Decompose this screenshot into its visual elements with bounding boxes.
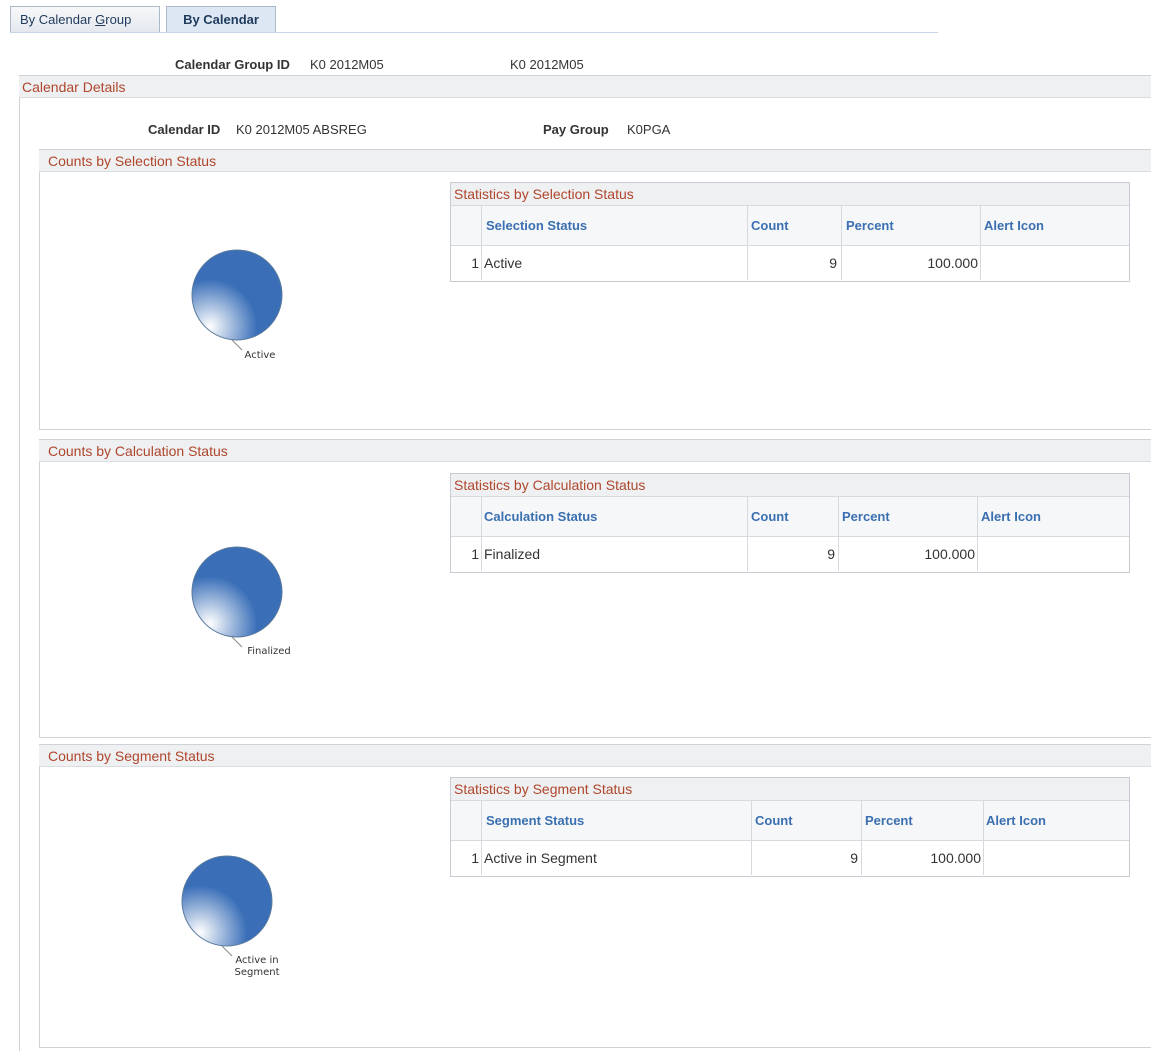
grid-header-row: Calculation Status Count Percent Alert I…: [451, 497, 1129, 537]
status-cell: Active: [484, 255, 523, 271]
column-header-count[interactable]: Count: [751, 497, 789, 536]
grid-title: Statistics by Selection Status: [451, 183, 1129, 206]
grid-header-row: Segment Status Count Percent Alert Icon: [451, 801, 1129, 841]
table-row: 1 Finalized 9 100.000: [451, 537, 1129, 571]
calendar-group-description: K0 2012M05: [510, 57, 584, 72]
column-header-count[interactable]: Count: [751, 206, 789, 245]
column-header-count[interactable]: Count: [755, 801, 793, 840]
frame-left-border: [19, 75, 20, 1051]
column-header-status[interactable]: Selection Status: [486, 206, 587, 245]
column-header-alert-icon[interactable]: Alert Icon: [981, 497, 1041, 536]
column-header-alert-icon[interactable]: Alert Icon: [986, 801, 1046, 840]
section-title: Counts by Selection Status: [48, 153, 217, 169]
grid-title: Statistics by Segment Status: [451, 778, 1129, 801]
selection-status-grid: Statistics by Selection Status Selection…: [450, 182, 1130, 282]
segment-status-grid: Statistics by Segment Status Segment Sta…: [450, 777, 1130, 877]
pie-slice-active: [191, 249, 283, 341]
calendar-id-value: K0 2012M05 ABSREG: [236, 122, 367, 137]
column-header-percent[interactable]: Percent: [865, 801, 913, 840]
column-header-alert-icon[interactable]: Alert Icon: [984, 206, 1044, 245]
pie-slice-finalized: [191, 546, 283, 638]
row-number: 1: [471, 546, 479, 562]
tab-label: By Calendar: [183, 12, 259, 27]
tab-by-calendar-group[interactable]: By Calendar Group: [10, 6, 160, 32]
percent-cell: 100.000: [924, 546, 975, 562]
pay-group-label: Pay Group: [543, 122, 609, 137]
pie-label-line-2: Segment: [234, 967, 280, 978]
grid-header-row: Selection Status Count Percent Alert Ico…: [451, 206, 1129, 246]
calculation-status-header: Counts by Calculation Status: [39, 439, 1151, 462]
grid-title: Statistics by Calculation Status: [451, 474, 1129, 497]
percent-cell: 100.000: [927, 255, 978, 271]
status-cell: Active in Segment: [484, 850, 597, 866]
column-header-status[interactable]: Calculation Status: [484, 497, 597, 536]
pay-group-value: K0PGA: [627, 122, 671, 137]
table-row: 1 Active in Segment 9 100.000: [451, 841, 1129, 875]
calculation-status-grid: Statistics by Calculation Status Calcula…: [450, 473, 1130, 573]
section-title: Counts by Calculation Status: [48, 443, 228, 459]
tab-underline: [10, 32, 938, 33]
table-row: 1 Active 9 100.000: [451, 246, 1129, 280]
calendar-group-id-value: K0 2012M05: [310, 57, 384, 72]
selection-status-header: Counts by Selection Status: [39, 149, 1151, 172]
count-cell: 9: [827, 546, 835, 562]
calendar-details-title: Calendar Details: [22, 79, 126, 95]
count-cell: 9: [850, 850, 858, 866]
segment-status-header: Counts by Segment Status: [39, 744, 1151, 767]
pie-leader-line: [231, 339, 243, 351]
pie-label: Active in Segment: [225, 955, 289, 979]
column-header-percent[interactable]: Percent: [842, 497, 890, 536]
calendar-details-header: Calendar Details: [19, 75, 1151, 98]
pie-label: Active: [244, 350, 276, 361]
tab-by-calendar[interactable]: By Calendar: [166, 6, 276, 32]
pie-label: Finalized: [247, 646, 291, 657]
section-title: Counts by Segment Status: [48, 748, 215, 764]
pie-label-line-1: Active in: [235, 955, 279, 966]
tab-label: By Calendar Group: [20, 12, 132, 27]
row-number: 1: [471, 255, 479, 271]
column-header-percent[interactable]: Percent: [846, 206, 894, 245]
count-cell: 9: [829, 255, 837, 271]
row-number: 1: [471, 850, 479, 866]
percent-cell: 100.000: [930, 850, 981, 866]
column-header-status[interactable]: Segment Status: [486, 801, 584, 840]
calendar-group-id-label: Calendar Group ID: [175, 57, 290, 72]
pie-slice-active-in-segment: [181, 855, 273, 947]
calendar-id-label: Calendar ID: [148, 122, 221, 137]
status-cell: Finalized: [484, 546, 541, 562]
